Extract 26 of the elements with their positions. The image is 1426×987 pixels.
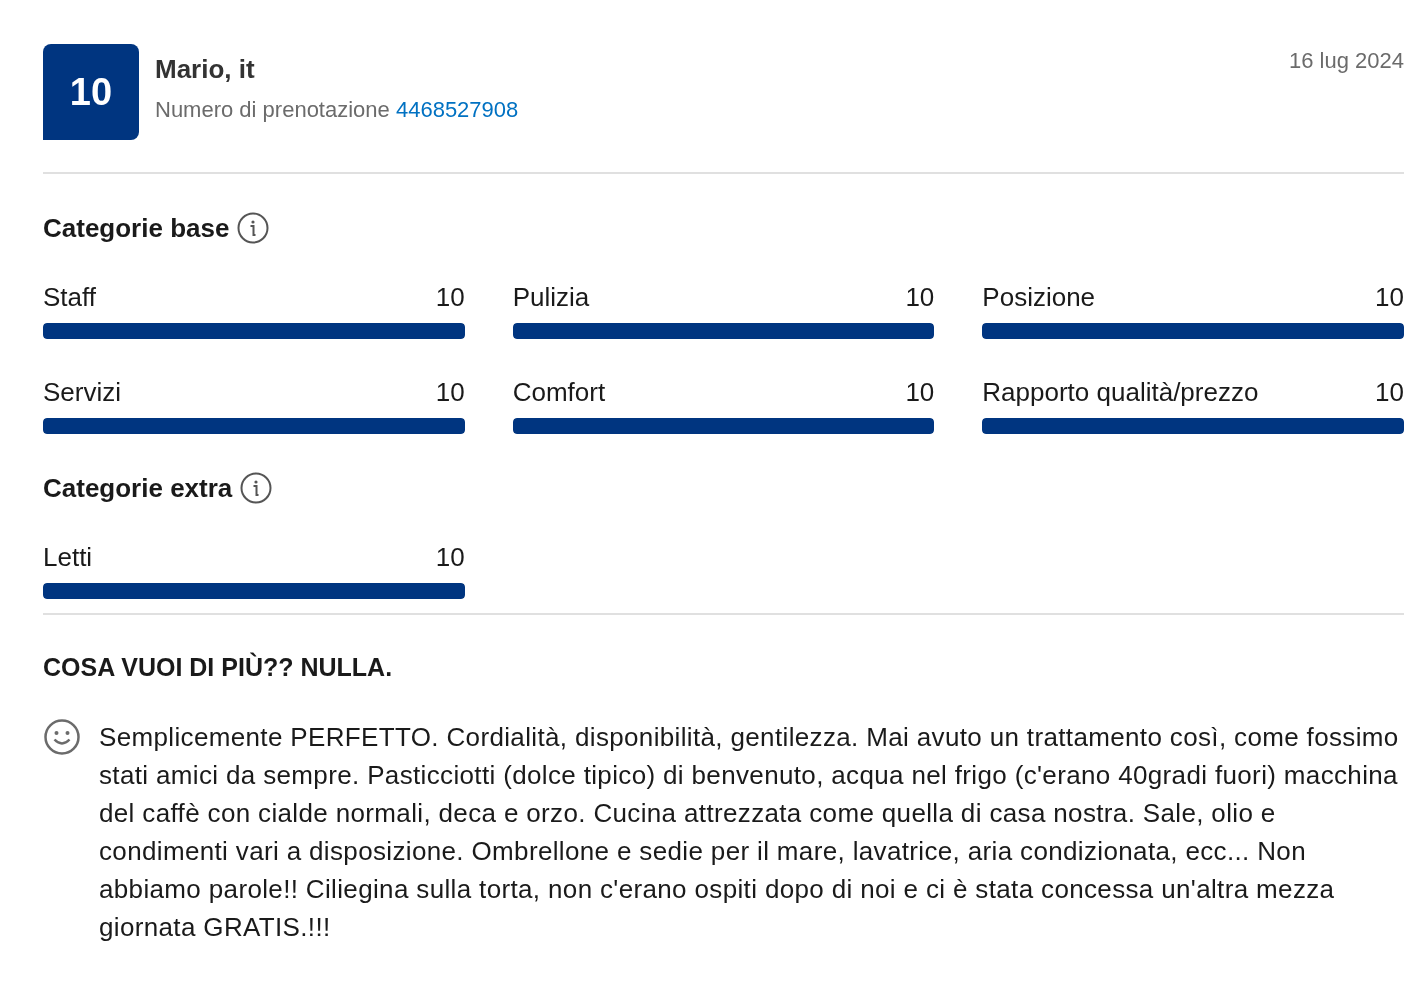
reviewer-name: Mario, it (155, 54, 256, 85)
review-date: 16 lug 2024 (1289, 47, 1404, 74)
category-score: 10 (435, 377, 465, 408)
booking-number-link[interactable]: 4468527908 (395, 97, 519, 122)
category-score: 10 (1375, 282, 1404, 313)
category-label: Servizi (43, 377, 121, 408)
category-score: 10 (905, 282, 935, 313)
section-title: Categorie extra (43, 472, 233, 504)
category-score: 10 (435, 282, 465, 313)
category-label: Staff (43, 282, 96, 313)
info-icon[interactable] (237, 212, 270, 244)
score-badge: 10 (43, 44, 139, 140)
smiley-icon (43, 718, 81, 756)
category-score: 10 (435, 542, 465, 573)
section-title: Categorie base (43, 212, 230, 244)
category-label: Comfort (512, 377, 606, 408)
review-text: Semplicemente PERFETTO. Cordialità, disponibilità, gentilezza. Mai avuto un trattamento così, come fossimo stati amici da sempre. Pasticciotti (dolce tipico) di benvenuto, acqua nel frigo (c'erano 40gradi fuori) macchina del caffè con cialde normali, deca e orzo. Cucina attrezzata come quella di casa nostra. Sale, olio e condimenti vari a disposizione. Ombrellone e sedie per il mare, lavatrice, aria condizionata, ecc... Non abbiamo parole!! Ciliegina sulla torta, non c'erano ospiti dopo di noi e ci è stata concessa un'altra mezza giornata GRATIS.!!! (99, 721, 1400, 944)
category-label: Letti (43, 542, 93, 573)
category-score: 10 (1375, 377, 1404, 408)
review-headline: COSA VUOI DI PIÙ?? NULLA. (43, 653, 394, 682)
category-label: Posizione (982, 282, 1096, 313)
info-icon[interactable] (240, 472, 273, 504)
category-score: 10 (905, 377, 935, 408)
category-label: Rapporto qualità/prezzo (982, 377, 1259, 408)
booking-number-text: Numero di prenotazione 4468527908 (155, 97, 520, 123)
category-label: Pulizia (512, 282, 590, 313)
